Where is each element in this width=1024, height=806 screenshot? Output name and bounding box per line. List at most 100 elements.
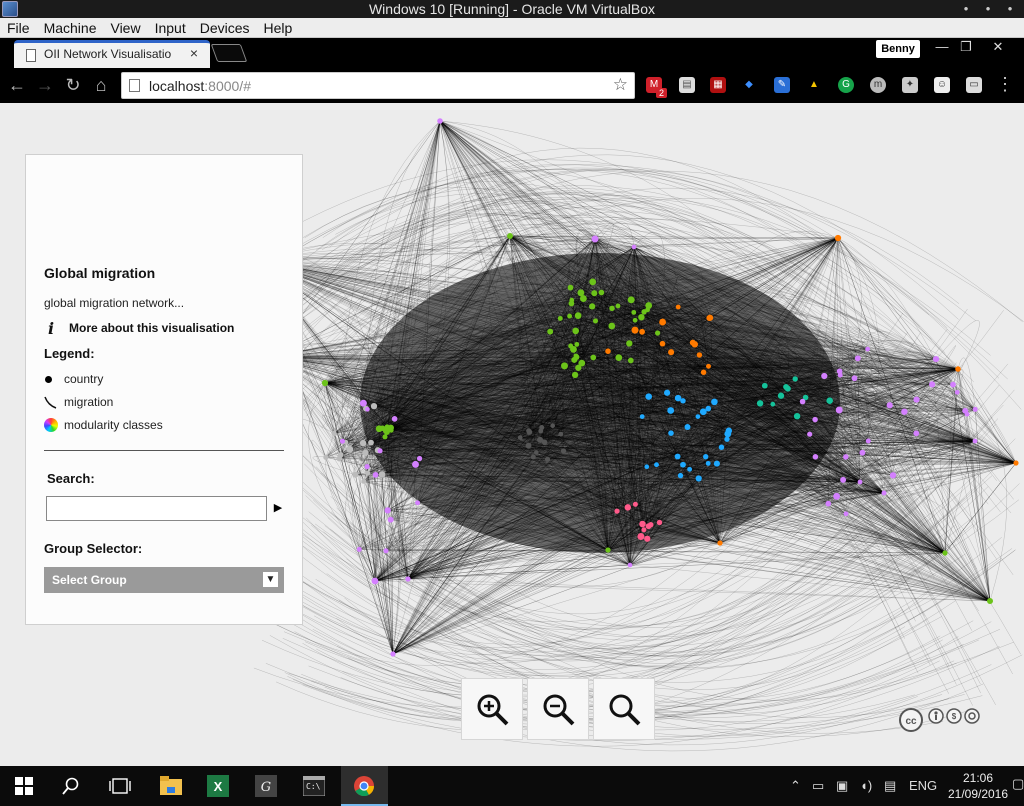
country-node[interactable]	[364, 464, 370, 470]
country-node[interactable]	[840, 476, 847, 483]
puzzle-extension-icon[interactable]: ✦	[902, 77, 918, 93]
country-node[interactable]	[631, 309, 637, 315]
country-node[interactable]	[654, 462, 659, 468]
menu-file[interactable]: File	[0, 18, 37, 37]
country-node[interactable]	[544, 456, 551, 462]
country-node[interactable]	[833, 492, 841, 500]
country-node[interactable]	[718, 444, 725, 450]
country-node[interactable]	[761, 382, 768, 389]
country-node[interactable]	[807, 431, 813, 437]
country-node[interactable]	[843, 511, 849, 517]
file-explorer-taskbar-item[interactable]	[147, 766, 194, 806]
country-node[interactable]	[437, 118, 443, 124]
country-node[interactable]	[793, 412, 801, 420]
forward-arrow-icon[interactable]: →	[34, 74, 56, 96]
country-node[interactable]	[591, 290, 598, 297]
country-node[interactable]	[645, 302, 653, 309]
country-node[interactable]	[954, 389, 960, 395]
country-node[interactable]	[571, 356, 578, 363]
country-node[interactable]	[323, 454, 329, 460]
country-node[interactable]	[703, 454, 709, 460]
country-node[interactable]	[615, 354, 623, 361]
country-node[interactable]	[591, 235, 599, 243]
country-node[interactable]	[567, 284, 574, 291]
creative-commons-license-icon[interactable]: cc $	[898, 706, 983, 732]
country-node[interactable]	[526, 429, 533, 435]
country-node[interactable]	[955, 366, 961, 372]
country-node[interactable]	[812, 454, 819, 460]
country-node[interactable]	[913, 430, 920, 437]
country-node[interactable]	[383, 548, 389, 554]
excel-taskbar-item[interactable]: X	[195, 766, 242, 806]
country-node[interactable]	[656, 519, 663, 526]
country-node[interactable]	[631, 326, 639, 334]
country-node[interactable]	[711, 398, 718, 406]
country-node[interactable]	[415, 500, 421, 506]
profile-button[interactable]: Benny	[876, 40, 920, 58]
bookmark-star-icon[interactable]: ☆	[613, 75, 628, 95]
url-text[interactable]: localhost:8000/#	[149, 78, 251, 94]
menu-help[interactable]: Help	[257, 18, 300, 37]
country-node[interactable]	[571, 371, 579, 379]
zoom-in-button[interactable]	[461, 678, 523, 740]
country-node[interactable]	[539, 424, 545, 431]
country-node[interactable]	[680, 461, 686, 468]
restore-icon[interactable]: ❐	[952, 38, 980, 56]
country-node[interactable]	[346, 445, 354, 453]
language-indicator[interactable]: ENG	[909, 778, 937, 793]
country-node[interactable]	[372, 472, 379, 478]
country-node[interactable]	[843, 454, 849, 460]
country-node[interactable]	[668, 349, 675, 356]
country-node[interactable]	[826, 397, 833, 404]
country-node[interactable]	[574, 312, 582, 319]
country-node[interactable]	[384, 507, 391, 514]
network-icon[interactable]: ▣	[836, 778, 848, 794]
country-node[interactable]	[561, 362, 568, 370]
country-node[interactable]	[639, 328, 645, 335]
country-node[interactable]	[352, 471, 359, 478]
country-node[interactable]	[713, 460, 720, 467]
country-node[interactable]	[378, 471, 386, 478]
country-node[interactable]	[1013, 460, 1019, 466]
country-node[interactable]	[644, 464, 650, 470]
search-input[interactable]	[46, 496, 267, 521]
country-node[interactable]	[770, 401, 776, 407]
country-node[interactable]	[972, 438, 978, 444]
country-node[interactable]	[986, 597, 994, 605]
country-node[interactable]	[412, 460, 419, 468]
country-node[interactable]	[663, 389, 671, 396]
country-node[interactable]	[370, 402, 378, 410]
country-node[interactable]	[609, 305, 615, 312]
country-node[interactable]	[700, 369, 707, 376]
country-node[interactable]	[605, 547, 611, 553]
grammarly-icon[interactable]: G	[838, 77, 854, 93]
country-node[interactable]	[359, 439, 367, 447]
country-node[interactable]	[387, 424, 394, 431]
country-node[interactable]	[929, 381, 936, 388]
country-node[interactable]	[972, 406, 978, 412]
document-extension-icon[interactable]: ▤	[679, 77, 695, 93]
country-node[interactable]	[614, 508, 620, 514]
country-node[interactable]	[695, 414, 701, 419]
tab-close-icon[interactable]: ×	[190, 45, 198, 61]
country-node[interactable]	[881, 490, 887, 496]
country-node[interactable]	[857, 479, 863, 485]
notifications-icon[interactable]: ▢	[1012, 776, 1024, 792]
country-node[interactable]	[639, 520, 646, 528]
country-node[interactable]	[627, 357, 634, 364]
country-node[interactable]	[624, 504, 632, 511]
country-node[interactable]	[865, 346, 870, 352]
country-node[interactable]	[645, 523, 652, 530]
country-node[interactable]	[615, 303, 621, 309]
country-node[interactable]	[368, 439, 374, 446]
country-node[interactable]	[361, 478, 367, 484]
battery-icon[interactable]: ▭	[812, 778, 824, 794]
country-node[interactable]	[321, 379, 329, 387]
country-node[interactable]	[626, 340, 633, 347]
country-node[interactable]	[668, 430, 674, 436]
country-node[interactable]	[725, 427, 733, 435]
country-node[interactable]	[387, 516, 394, 523]
vbox-minimize-dot-icon[interactable]: •	[978, 0, 998, 18]
vbox-menu-dot-icon[interactable]: •	[956, 0, 976, 18]
country-node[interactable]	[541, 439, 548, 445]
